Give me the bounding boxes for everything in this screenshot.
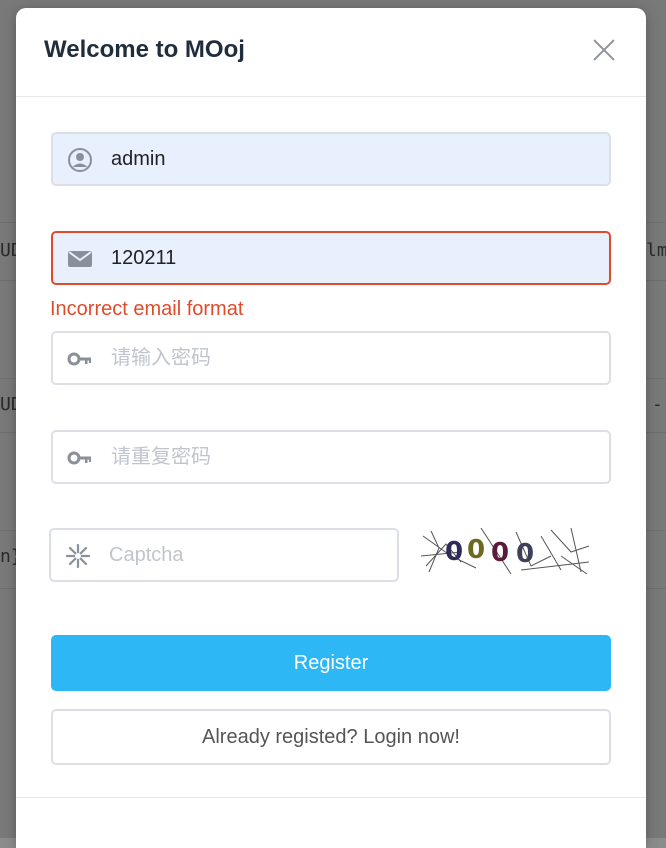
key-icon xyxy=(67,445,93,471)
repeat-password-input[interactable] xyxy=(109,432,599,482)
password-input[interactable] xyxy=(109,333,599,383)
password-field[interactable] xyxy=(51,331,611,385)
dialog-title: Welcome to MOoj xyxy=(44,36,245,63)
email-field[interactable] xyxy=(51,231,611,285)
mail-icon xyxy=(67,246,93,272)
user-icon xyxy=(67,147,93,173)
captcha-input[interactable] xyxy=(107,530,387,580)
repeat-password-field[interactable] xyxy=(51,430,611,484)
captcha-field[interactable] xyxy=(49,528,399,582)
close-icon[interactable] xyxy=(592,38,616,62)
username-field[interactable] xyxy=(51,132,611,186)
dialog-footer-divider xyxy=(16,797,646,798)
username-input[interactable] xyxy=(109,134,599,184)
svg-text:0: 0 xyxy=(516,539,534,569)
dialog-header: Welcome to MOoj xyxy=(16,8,646,97)
register-dialog: Welcome to MOoj Incorrect email format xyxy=(16,8,646,848)
svg-text:0: 0 xyxy=(445,537,463,567)
captcha-image[interactable]: 0 0 0 0 xyxy=(420,526,591,575)
email-input[interactable] xyxy=(109,233,599,283)
svg-text:0: 0 xyxy=(467,535,485,565)
snowflake-icon xyxy=(65,543,91,569)
register-button[interactable]: Register xyxy=(51,635,611,691)
key-icon xyxy=(67,346,93,372)
email-error-message: Incorrect email format xyxy=(50,298,244,320)
login-now-button[interactable]: Already registed? Login now! xyxy=(51,709,611,765)
svg-text:0: 0 xyxy=(491,538,509,568)
